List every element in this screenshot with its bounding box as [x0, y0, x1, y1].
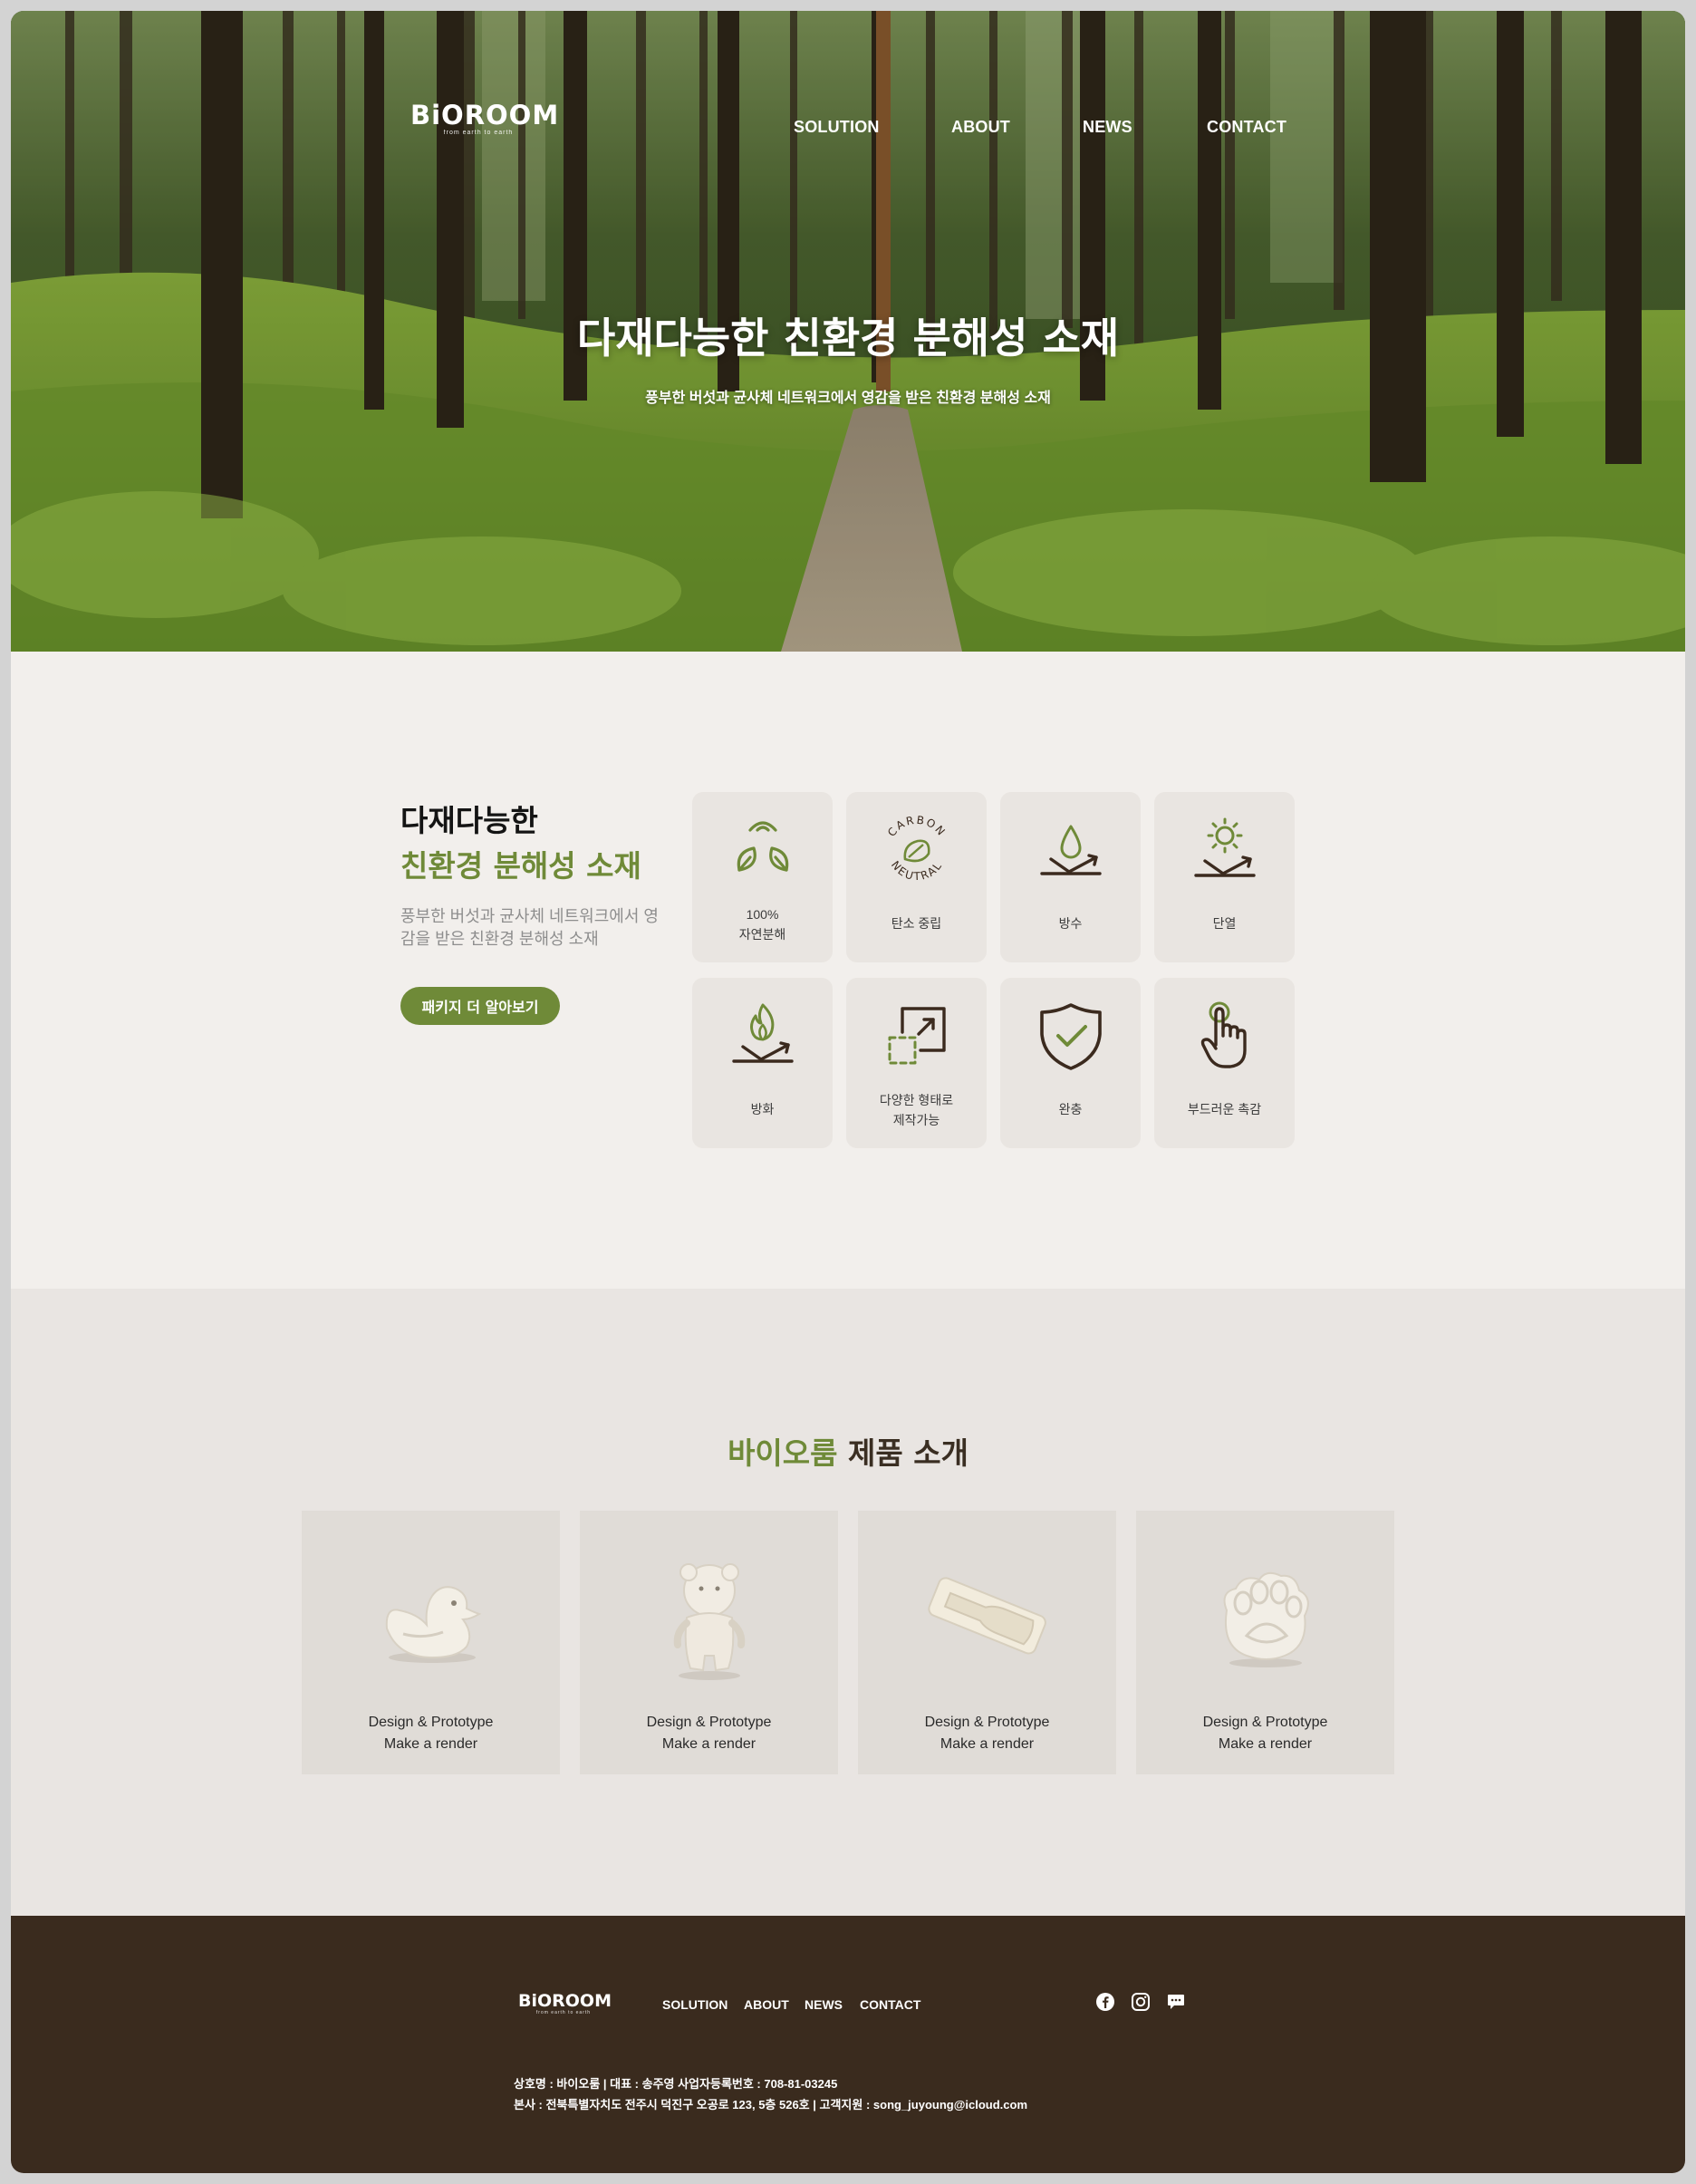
feature-card-cushioning: 완충 [1000, 978, 1141, 1148]
main-nav: SOLUTION ABOUT NEWS CONTACT [11, 118, 1685, 143]
feature-card-soft-touch: 부드러운 촉감 [1154, 978, 1295, 1148]
shield-check-icon [1000, 998, 1141, 1085]
feature-card-various-shapes: 다양한 형태로 제작가능 [846, 978, 987, 1148]
product-label: Design & Prototype Make a render [858, 1712, 1116, 1755]
water-drop-icon [1000, 812, 1141, 899]
feature-card-fireproof: 방화 [692, 978, 833, 1148]
product-line2: Make a render [1218, 1736, 1313, 1752]
resize-shape-icon [846, 998, 987, 1085]
product-label: Design & Prototype Make a render [580, 1712, 838, 1755]
learn-more-package-button[interactable]: 패키지 더 알아보기 [400, 987, 560, 1025]
svg-text:NEUTRAL: NEUTRAL [888, 858, 944, 883]
feature-label: 단열 [1212, 916, 1237, 931]
carbon-neutral-icon: CARBON NEUTRAL [846, 812, 987, 899]
bottle-tray-image [858, 1556, 1116, 1692]
features-section: 다재다능한 친환경 분해성 소재 풍부한 버섯과 균사체 네트워크에서 영감을 … [11, 652, 1685, 1289]
product-label: Design & Prototype Make a render [302, 1712, 560, 1755]
product-line1: Design & Prototype [1202, 1715, 1328, 1730]
nav-solution[interactable]: SOLUTION [794, 118, 880, 137]
feature-card-carbon-neutral: CARBON NEUTRAL 탄소 중립 [846, 792, 987, 962]
footer-nav-news[interactable]: NEWS [805, 1997, 843, 2012]
product-card-paw[interactable]: Design & Prototype Make a render [1136, 1511, 1394, 1774]
nav-contact[interactable]: CONTACT [1207, 118, 1286, 137]
product-card-bottle-tray[interactable]: Design & Prototype Make a render [858, 1511, 1116, 1774]
footer-logo-wordmark: BiOROOM [518, 1991, 612, 2011]
products-title-rest: 제품 소개 [837, 1435, 968, 1471]
feature-label: 100% 자연분해 [738, 907, 786, 942]
footer-logo[interactable]: BiOROOM from earth to earth [518, 1991, 612, 2015]
products-title: 바이오룸 제품 소개 [11, 1429, 1685, 1473]
feature-grid: 100% 자연분해 CARBON NEUTRAL 탄소 중립 방수 단열 방화 … [692, 792, 1299, 1148]
feature-card-biodegradable: 100% 자연분해 [692, 792, 833, 962]
product-card-duck[interactable]: Design & Prototype Make a render [302, 1511, 560, 1774]
carbon-badge-top-text: CARBON [884, 814, 946, 839]
leaves-recycle-icon [692, 812, 833, 899]
duck-figure-image [302, 1556, 560, 1692]
footer-nav-solution[interactable]: SOLUTION [662, 1997, 728, 2012]
product-label: Design & Prototype Make a render [1136, 1712, 1394, 1755]
features-title-line2: 친환경 분해성 소재 [400, 848, 641, 884]
site-footer: BiOROOM from earth to earth SOLUTION ABO… [11, 1916, 1685, 2173]
product-card-bear[interactable]: Design & Prototype Make a render [580, 1511, 838, 1774]
feature-label: 방수 [1058, 916, 1083, 931]
products-title-brand: 바이오룸 [728, 1435, 838, 1471]
feature-label: 부드러운 촉감 [1187, 1102, 1262, 1116]
page-frame: BiOROOM from earth to earth SOLUTION ABO… [11, 11, 1685, 2173]
product-line2: Make a render [661, 1736, 756, 1752]
footer-company-info: 상호명 : 바이오룸 | 대표 : 송주영 사업자등록번호 : 708-81-0… [514, 2077, 838, 2091]
feature-label: 탄소 중립 [891, 916, 942, 931]
paw-figure-image [1136, 1556, 1394, 1692]
products-section: 바이오룸 제품 소개 Design & Prototype Make a ren… [11, 1289, 1685, 1916]
footer-logo-tagline: from earth to earth [535, 2010, 592, 2015]
footer-nav-contact[interactable]: CONTACT [860, 1997, 920, 2012]
product-line1: Design & Prototype [646, 1715, 772, 1730]
touch-hand-icon [1154, 998, 1295, 1085]
product-line2: Make a render [383, 1736, 478, 1752]
nav-about[interactable]: ABOUT [951, 118, 1010, 137]
footer-address-info: 본사 : 전북특별자치도 전주시 덕진구 오공로 123, 5층 526호 | … [514, 2098, 1028, 2112]
chat-icon[interactable] [1166, 1992, 1186, 2012]
hero-title: 다재다능한 친환경 분해성 소재 [576, 314, 1120, 362]
product-line1: Design & Prototype [924, 1715, 1050, 1730]
instagram-icon[interactable] [1131, 1992, 1151, 2012]
hero-subtitle: 풍부한 버섯과 균사체 네트워크에서 영감을 받은 친환경 분해성 소재 [645, 391, 1051, 406]
feature-card-insulation: 단열 [1154, 792, 1295, 962]
svg-text:CARBON: CARBON [884, 814, 948, 839]
features-title-line1: 다재다능한 [400, 803, 538, 838]
bear-figure-image [580, 1556, 838, 1692]
facebook-icon[interactable] [1095, 1992, 1115, 2012]
sun-icon [1154, 812, 1295, 899]
carbon-badge-bottom-text: NEUTRAL [888, 858, 942, 883]
footer-nav-about[interactable]: ABOUT [744, 1997, 789, 2012]
product-line2: Make a render [940, 1736, 1035, 1752]
nav-news[interactable]: NEWS [1083, 118, 1132, 137]
product-line1: Design & Prototype [368, 1715, 494, 1730]
feature-card-waterproof: 방수 [1000, 792, 1141, 962]
features-description: 풍부한 버섯과 균사체 네트워크에서 영감을 받은 친환경 분해성 소재 [400, 907, 659, 948]
feature-label: 완충 [1058, 1102, 1083, 1116]
flame-icon [692, 998, 833, 1085]
feature-label: 방화 [750, 1102, 775, 1116]
hero-section: BiOROOM from earth to earth SOLUTION ABO… [11, 11, 1685, 652]
feature-label: 다양한 형태로 제작가능 [879, 1093, 954, 1127]
